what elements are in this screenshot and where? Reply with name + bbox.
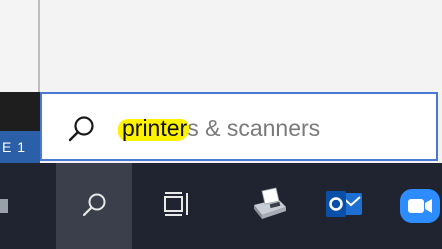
- printer-fax-icon[interactable]: [248, 185, 288, 221]
- search-icon[interactable]: [80, 191, 108, 219]
- search-box[interactable]: printers & scanners: [40, 92, 438, 161]
- search-suggestion-text: s & scanners: [187, 115, 321, 141]
- outlook-icon[interactable]: [324, 187, 364, 223]
- task-view-icon[interactable]: [162, 190, 192, 218]
- zoom-icon[interactable]: [398, 187, 442, 225]
- taskbar-edge-icon[interactable]: [0, 199, 8, 213]
- search-typed-text: printer: [122, 115, 188, 141]
- background-window-left: [0, 0, 38, 92]
- taskbar: [0, 163, 442, 249]
- background-window-panel: [40, 0, 442, 92]
- search-icon: [68, 116, 94, 142]
- background-label: E 1: [0, 131, 40, 163]
- search-input[interactable]: printers & scanners: [122, 111, 320, 145]
